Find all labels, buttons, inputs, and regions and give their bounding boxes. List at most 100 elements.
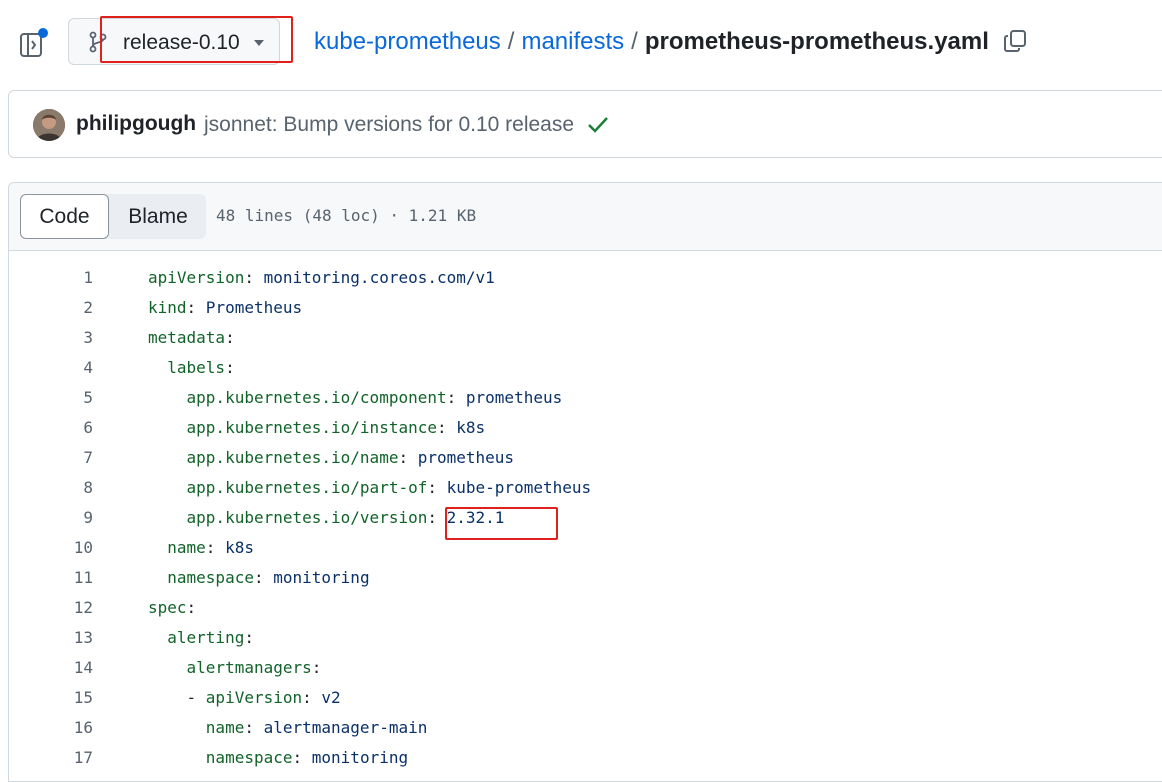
line-number[interactable]: 14 (9, 653, 93, 683)
line-number[interactable]: 17 (9, 743, 93, 773)
yaml-value: Prometheus (196, 298, 303, 317)
yaml-key: metadata (148, 328, 226, 347)
line-content: kind: Prometheus (148, 293, 302, 323)
code-line: 16 name: alertmanager-main (9, 713, 1162, 743)
yaml-colon: : (427, 508, 437, 527)
file-header: Code Blame 48 lines (48 loc) · 1.21 KB (9, 183, 1162, 251)
line-content: namespace: monitoring (148, 743, 408, 773)
line-number[interactable]: 2 (9, 293, 93, 323)
yaml-key: app.kubernetes.io/name (186, 448, 399, 467)
line-number[interactable]: 6 (9, 413, 93, 443)
yaml-colon: : (427, 478, 437, 497)
code-line: 4 labels: (9, 353, 1162, 383)
code-line: 14 alertmanagers: (9, 653, 1162, 683)
yaml-colon: : (398, 448, 409, 467)
yaml-value: monitoring (263, 568, 370, 587)
code-line: 9 app.kubernetes.io/version: 2.32.1 (9, 503, 1162, 533)
line-number[interactable]: 7 (9, 443, 93, 473)
line-number[interactable]: 4 (9, 353, 93, 383)
line-number[interactable]: 12 (9, 593, 93, 623)
commit-author-link[interactable]: philipgough (76, 112, 196, 136)
line-content: app.kubernetes.io/component: prometheus (148, 383, 563, 413)
line-content: spec: (148, 593, 196, 623)
tab-code[interactable]: Code (20, 194, 109, 239)
line-number[interactable]: 13 (9, 623, 93, 653)
yaml-colon: : (253, 568, 264, 587)
line-content: name: alertmanager-main (148, 713, 428, 743)
line-content: app.kubernetes.io/instance: k8s (148, 413, 486, 443)
code-line: 15 - apiVersion: v2 (9, 683, 1162, 713)
branch-highlight-box (100, 16, 293, 63)
line-content: alertmanagers: (148, 653, 322, 683)
line-number[interactable]: 5 (9, 383, 93, 413)
yaml-key: alerting (167, 628, 245, 647)
line-content: name: k8s (148, 533, 254, 563)
tab-blame[interactable]: Blame (112, 194, 204, 239)
check-icon[interactable] (587, 115, 609, 135)
yaml-colon: : (225, 328, 235, 347)
line-content: app.kubernetes.io/name: prometheus (148, 443, 515, 473)
view-mode-toggle: Code Blame (20, 194, 206, 239)
line-content: namespace: monitoring (148, 563, 370, 593)
yaml-value: prometheus (408, 448, 515, 467)
yaml-colon: : (205, 538, 216, 557)
line-number[interactable]: 1 (9, 263, 93, 293)
code-line: 17 namespace: monitoring (9, 743, 1162, 773)
line-number[interactable]: 8 (9, 473, 93, 503)
code-line: 3 metadata: (9, 323, 1162, 353)
yaml-value: alertmanager-main (253, 718, 428, 737)
yaml-key: app.kubernetes.io/instance (186, 418, 437, 437)
yaml-colon: : (225, 358, 235, 377)
yaml-list-dash: - (186, 688, 206, 707)
latest-commit-bar: philipgough jsonnet: Bump versions for 0… (8, 90, 1162, 158)
yaml-key: namespace (205, 748, 293, 767)
avatar[interactable] (33, 109, 65, 141)
line-content: labels: (148, 353, 235, 383)
code-line: 12 spec: (9, 593, 1162, 623)
commit-message-link[interactable]: jsonnet: Bump versions for 0.10 release (204, 113, 574, 137)
avatar-image (33, 109, 65, 141)
code-line: 1 apiVersion: monitoring.coreos.com/v1 (9, 263, 1162, 293)
yaml-key: app.kubernetes.io/part-of (186, 478, 428, 497)
yaml-key: apiVersion (148, 268, 245, 287)
yaml-key: app.kubernetes.io/component (186, 388, 447, 407)
yaml-key: app.kubernetes.io/version (186, 508, 428, 527)
sidebar-toggle-button[interactable] (16, 26, 50, 60)
code-line: 10 name: k8s (9, 533, 1162, 563)
yaml-value: v2 (311, 688, 341, 707)
yaml-colon: : (302, 688, 312, 707)
line-number[interactable]: 3 (9, 323, 93, 353)
yaml-value: monitoring.coreos.com/v1 (253, 268, 495, 287)
code-line: 7 app.kubernetes.io/name: prometheus (9, 443, 1162, 473)
line-number[interactable]: 11 (9, 563, 93, 593)
line-number[interactable]: 10 (9, 533, 93, 563)
breadcrumb-folder-link[interactable]: manifests (521, 28, 624, 55)
yaml-colon: : (244, 718, 254, 737)
yaml-key: namespace (167, 568, 254, 587)
yaml-colon: : (244, 268, 254, 287)
yaml-key: labels (167, 358, 226, 377)
breadcrumb-separator: / (631, 28, 638, 55)
copy-path-button[interactable] (1002, 28, 1028, 54)
file-view: Code Blame 48 lines (48 loc) · 1.21 KB 1… (8, 182, 1162, 782)
yaml-value: k8s (446, 418, 486, 437)
yaml-key: kind (148, 298, 187, 317)
line-number[interactable]: 15 (9, 683, 93, 713)
line-content: app.kubernetes.io/part-of: kube-promethe… (148, 473, 592, 503)
line-number[interactable]: 9 (9, 503, 93, 533)
yaml-colon: : (292, 748, 303, 767)
yaml-colon: : (311, 658, 322, 677)
breadcrumb-repo-link[interactable]: kube-prometheus (314, 28, 501, 55)
line-content: - apiVersion: v2 (148, 683, 341, 713)
line-number[interactable]: 16 (9, 713, 93, 743)
copy-icon (1004, 30, 1026, 52)
